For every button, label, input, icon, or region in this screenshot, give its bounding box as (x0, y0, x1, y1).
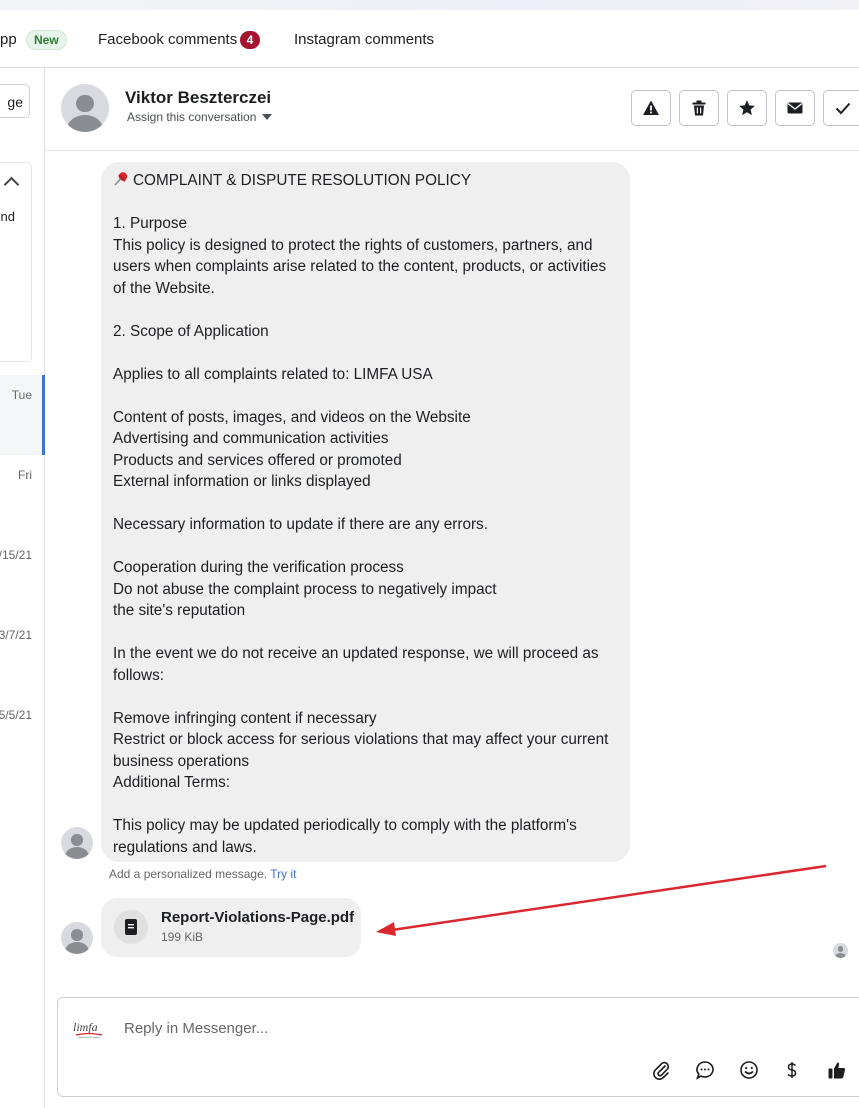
chat-bubble-icon[interactable] (693, 1058, 717, 1082)
paperclip-icon[interactable] (649, 1058, 673, 1082)
tab-facebook-comments[interactable]: Facebook comments (98, 31, 237, 48)
list-item-date: 3/7/21 (0, 628, 32, 642)
tab-instagram-comments[interactable]: Instagram comments (294, 31, 434, 48)
filter-card: nd (0, 162, 32, 362)
contact-avatar[interactable] (61, 84, 109, 132)
new-badge: New (26, 30, 67, 50)
message-title: COMPLAINT & DISPUTE RESOLUTION POLICY (133, 172, 472, 189)
list-item-date: 5/5/21 (0, 708, 32, 722)
attachment-filename: Report-Violations-Page.pdf (161, 909, 355, 926)
list-item-date: /15/21 (0, 548, 32, 562)
message-bubble[interactable]: COMPLAINT & DISPUTE RESOLUTION POLICY 1.… (101, 162, 630, 862)
thumbs-up-icon[interactable] (825, 1058, 849, 1082)
delete-button[interactable] (679, 90, 719, 126)
annotation-arrow (376, 864, 827, 936)
message-body: 1. Purpose This policy is designed to pr… (113, 215, 609, 856)
list-item-date: Fri (18, 468, 32, 482)
facebook-comments-count-badge: 4 (240, 31, 260, 49)
caret-down-icon (262, 114, 273, 120)
personalized-message-text: Add a personalized message. (109, 867, 268, 881)
assign-label: Assign this conversation (127, 110, 257, 124)
personalized-message-hint: Add a personalized message. Try it (109, 867, 296, 881)
reply-input[interactable] (124, 1020, 724, 1037)
sender-avatar (61, 922, 93, 954)
document-icon (114, 910, 148, 944)
conversation-list-panel: ge nd Tue Fri /15/21 3/7/21 5/5/21 (0, 68, 45, 1108)
mark-done-button[interactable] (823, 90, 859, 126)
dollar-icon[interactable] (780, 1058, 804, 1082)
svg-text:limfa: limfa (73, 1020, 98, 1034)
pushpin-icon (114, 172, 128, 186)
conversation-header: Viktor Beszterczei Assign this conversat… (45, 68, 859, 151)
assign-conversation-dropdown[interactable]: Assign this conversation (127, 110, 273, 124)
emoji-icon[interactable] (737, 1058, 761, 1082)
filter-card-text: nd (0, 209, 15, 224)
warning-icon (643, 100, 659, 115)
mail-icon (787, 102, 803, 114)
star-icon (739, 100, 755, 116)
list-item-selected[interactable] (0, 375, 45, 455)
chevron-up-icon[interactable] (3, 176, 20, 193)
file-attachment[interactable]: Report-Violations-Page.pdf 199 KiB (101, 898, 361, 957)
attachment-size: 199 KiB (161, 930, 204, 944)
trash-icon (692, 100, 706, 116)
tab-whatsapp[interactable]: pp (0, 31, 17, 48)
star-button[interactable] (727, 90, 767, 126)
channel-tabs-bar: pp New Facebook comments 4 Instagram com… (0, 10, 859, 68)
limfa-logo: limfa (73, 1020, 103, 1039)
try-it-link[interactable]: Try it (270, 867, 296, 881)
mark-unread-button[interactable] (775, 90, 815, 126)
list-action-button[interactable]: ge (0, 84, 30, 118)
reply-composer: limfa (57, 997, 859, 1097)
seen-avatar (833, 943, 848, 958)
sender-avatar (61, 827, 93, 859)
contact-name[interactable]: Viktor Beszterczei (125, 88, 271, 108)
browser-top-strip (0, 0, 859, 10)
list-item-date: Tue (11, 388, 32, 402)
report-button[interactable] (631, 90, 671, 126)
check-icon (835, 102, 851, 115)
